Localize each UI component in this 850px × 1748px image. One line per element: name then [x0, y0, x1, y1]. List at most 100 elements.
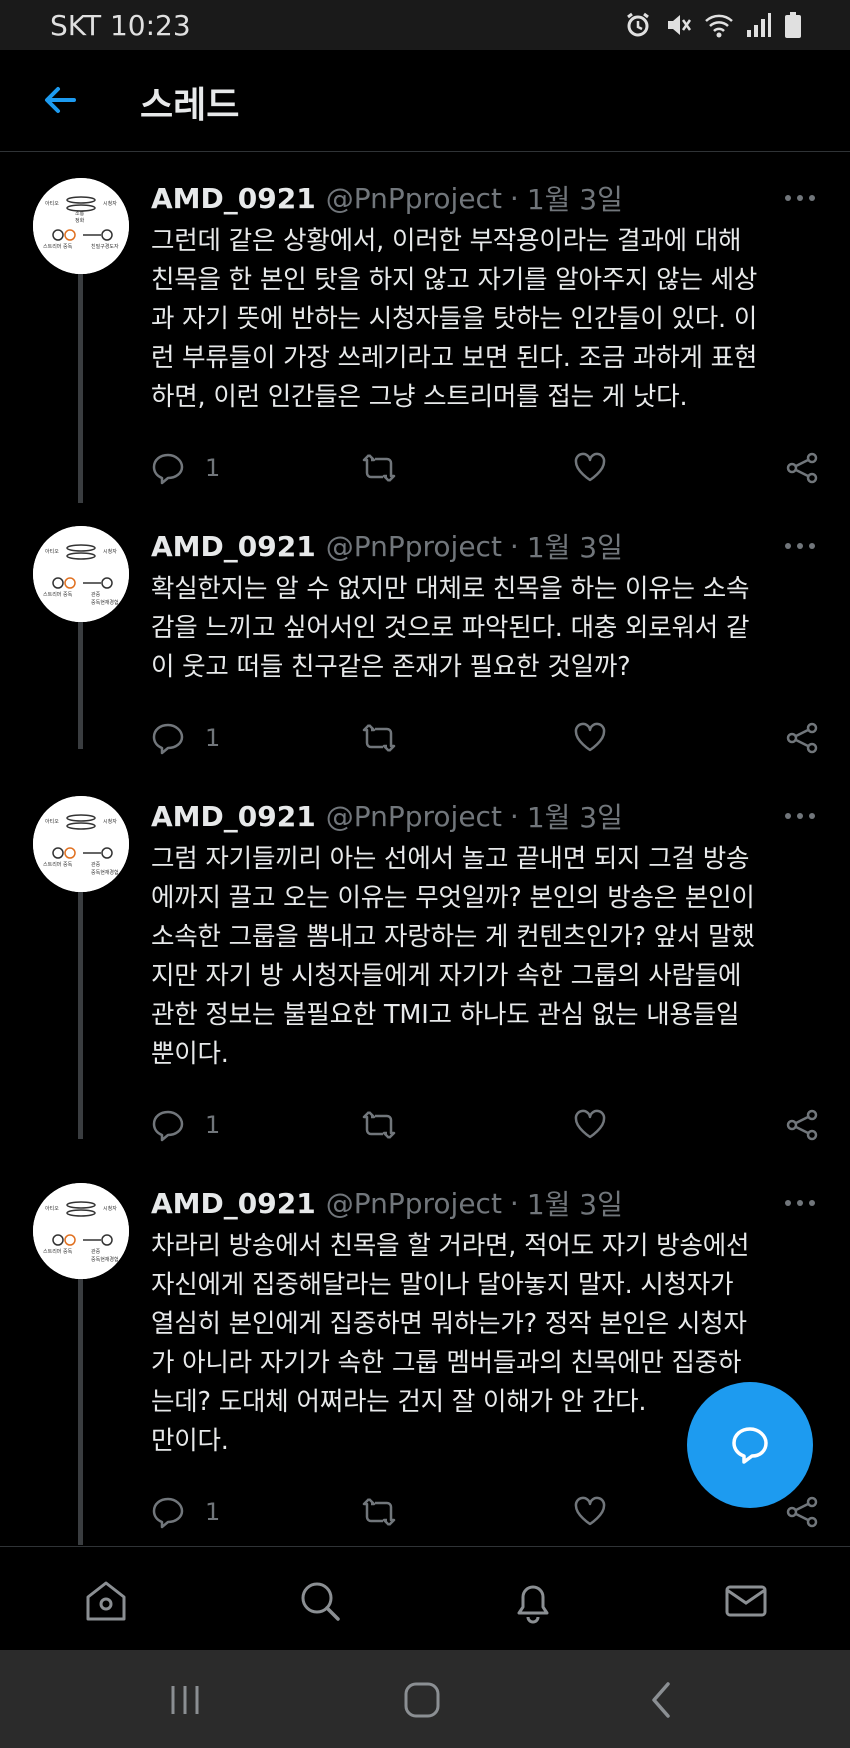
avatar-label: 관중	[91, 591, 101, 598]
back-arrow-icon[interactable]	[40, 80, 80, 120]
retweet-icon	[362, 1498, 396, 1526]
thread-connector-line	[78, 873, 83, 1139]
status-carrier-time: SKT 10:23	[50, 8, 191, 42]
alarm-icon	[627, 12, 649, 37]
like-button[interactable]	[573, 448, 607, 488]
reply-button[interactable]: 1	[151, 448, 220, 488]
tweet-text-line: 확실한지는 알 수 없지만 대체로 친목을 하는 이유는 소속	[151, 574, 750, 604]
tweet-header: AMD_0921 @PnPproject · 1월 3일	[151, 796, 623, 836]
tweet-date: 1월 3일	[526, 801, 623, 834]
avatar-label: 아티오	[45, 548, 59, 555]
avatar-label: 시청자	[103, 548, 117, 555]
status-bar: SKT 10:23	[0, 0, 850, 50]
avatar-label: 시청자	[103, 818, 117, 825]
mute-icon	[668, 15, 692, 35]
avatar-label: 정화	[75, 217, 85, 224]
like-button[interactable]	[573, 1492, 607, 1532]
avatar-label: 아티오	[45, 200, 59, 207]
home-icon[interactable]	[82, 1577, 130, 1625]
avatar-label: 중독현재경험	[91, 869, 119, 876]
reply-icon	[152, 1497, 184, 1529]
reply-count: 1	[205, 724, 221, 752]
share-icon	[786, 452, 818, 484]
author-handle[interactable]: @PnPproject	[326, 800, 502, 833]
avatar-diagram-icon: 아티오 시청자 스트리머 중독 관중 중독현재경험	[33, 796, 129, 892]
more-options-icon[interactable]	[780, 536, 820, 556]
avatar-label: 스트리머 중독	[43, 1248, 73, 1255]
heart-icon	[574, 722, 606, 752]
author-name[interactable]: AMD_0921	[151, 1187, 316, 1220]
home-button-icon[interactable]	[400, 1678, 444, 1722]
author-name[interactable]: AMD_0921	[151, 800, 316, 833]
heart-icon	[574, 1109, 606, 1139]
back-icon[interactable]	[640, 1678, 684, 1722]
author-handle[interactable]: @PnPproject	[326, 530, 502, 563]
more-options-icon[interactable]	[780, 1193, 820, 1213]
retweet-button[interactable]	[361, 1105, 397, 1145]
like-button[interactable]	[573, 1105, 607, 1145]
tweet-header: AMD_0921 @PnPproject · 1월 3일	[151, 526, 623, 566]
compose-reply-button[interactable]	[687, 1382, 813, 1508]
avatar[interactable]: 아티오 시청자 스트리머 중독 관중 중독현재경험	[33, 1183, 129, 1279]
more-options-icon[interactable]	[780, 188, 820, 208]
retweet-button[interactable]	[361, 718, 397, 758]
tweet-actions: 1	[151, 1105, 821, 1145]
share-button[interactable]	[785, 718, 819, 758]
tweet-text-line: 런 부류들이 가장 쓰레기라고 보면 된다. 조금 과하게 표현	[151, 343, 758, 373]
tweet-text: 확실한지는 알 수 없지만 대체로 친목을 하는 이유는 소속 감을 느끼고 싶…	[151, 570, 816, 687]
avatar-diagram-icon: 아티오 소통 시청자 정화 스트리머 중독 친밀구경도자	[33, 178, 129, 274]
share-button[interactable]	[785, 1492, 819, 1532]
avatar-label: 스트리머 중독	[43, 591, 73, 598]
share-icon	[786, 1496, 818, 1528]
tweet-text-line: 친목을 한 본인 탓을 하지 않고 자기를 알아주지 않는 세상	[151, 265, 758, 295]
share-button[interactable]	[785, 448, 819, 488]
retweet-button[interactable]	[361, 1492, 397, 1532]
search-icon[interactable]	[296, 1577, 344, 1625]
tweet-text: 그럼 자기들끼리 아는 선에서 놀고 끝내면 되지 그걸 방송 에까지 끌고 오…	[151, 840, 816, 1074]
reply-button[interactable]: 1	[151, 1492, 220, 1532]
messages-icon[interactable]	[722, 1577, 770, 1625]
heart-icon	[574, 452, 606, 482]
tweet-text-line: 차라리 방송에서 친목을 할 거라면, 적어도 자기 방송에선	[151, 1231, 750, 1261]
tweet-text-line: 소속한 그룹을 뽐내고 자랑하는 게 컨텐츠인가? 앞서 말했	[151, 922, 755, 952]
avatar-label: 중독현재경험	[91, 599, 119, 606]
notifications-icon[interactable]	[509, 1577, 557, 1625]
tweet-text-line: 에까지 끌고 오는 이유는 무엇일까? 본인의 방송은 본인이	[151, 883, 755, 913]
tweet-date: 1월 3일	[526, 531, 623, 564]
like-button[interactable]	[573, 718, 607, 758]
tweet-text-line: 그럼 자기들끼리 아는 선에서 놀고 끝내면 되지 그걸 방송	[151, 844, 750, 874]
retweet-icon	[362, 1111, 396, 1139]
reply-icon	[152, 1110, 184, 1142]
tweet-text-line: 감을 느끼고 싶어서인 것으로 파악된다. 대충 외로워서 같	[151, 613, 750, 643]
tweet-text-line: 열심히 본인에게 집중하면 뭐하는가? 정작 본인은 시청자	[151, 1309, 747, 1339]
avatar[interactable]: 아티오 시청자 스트리머 중독 관중 중독현재경험	[33, 796, 129, 892]
app-bar: 스레드	[0, 50, 850, 152]
tweet-text-line: 뿐이다.	[151, 1039, 229, 1069]
retweet-icon	[362, 724, 396, 752]
avatar-label: 시청자	[103, 1205, 117, 1212]
author-name[interactable]: AMD_0921	[151, 182, 316, 215]
wifi-icon	[705, 14, 733, 38]
recents-icon[interactable]	[163, 1678, 207, 1722]
retweet-button[interactable]	[361, 448, 397, 488]
more-options-icon[interactable]	[780, 806, 820, 826]
avatar-label: 아티오	[45, 1205, 59, 1212]
tweet-actions: 1	[151, 448, 821, 488]
reply-button[interactable]: 1	[151, 718, 220, 758]
avatar-label: 소통	[75, 211, 85, 217]
tweet-text-line: 자신에게 집중해달라는 말이나 달아놓지 말자. 시청자가	[151, 1270, 734, 1300]
tweet-text-line: 지만 자기 방 시청자들에게 자기가 속한 그룹의 사람들에	[151, 961, 742, 991]
avatar-label: 시청자	[103, 200, 117, 207]
author-handle[interactable]: @PnPproject	[326, 182, 502, 215]
reply-button[interactable]: 1	[151, 1105, 220, 1145]
thread-connector-line	[78, 1260, 83, 1545]
avatar[interactable]: 아티오 시청자 스트리머 중독 관중 중독현재경험	[33, 526, 129, 622]
share-icon	[786, 1109, 818, 1141]
avatar-label: 중독현재경험	[91, 1256, 119, 1263]
avatar[interactable]: 아티오 소통 시청자 정화 스트리머 중독 친밀구경도자	[33, 178, 129, 274]
tweet-date: 1월 3일	[526, 1188, 623, 1221]
author-handle[interactable]: @PnPproject	[326, 1187, 502, 1220]
share-button[interactable]	[785, 1105, 819, 1145]
tweet-date: 1월 3일	[526, 183, 623, 216]
author-name[interactable]: AMD_0921	[151, 530, 316, 563]
